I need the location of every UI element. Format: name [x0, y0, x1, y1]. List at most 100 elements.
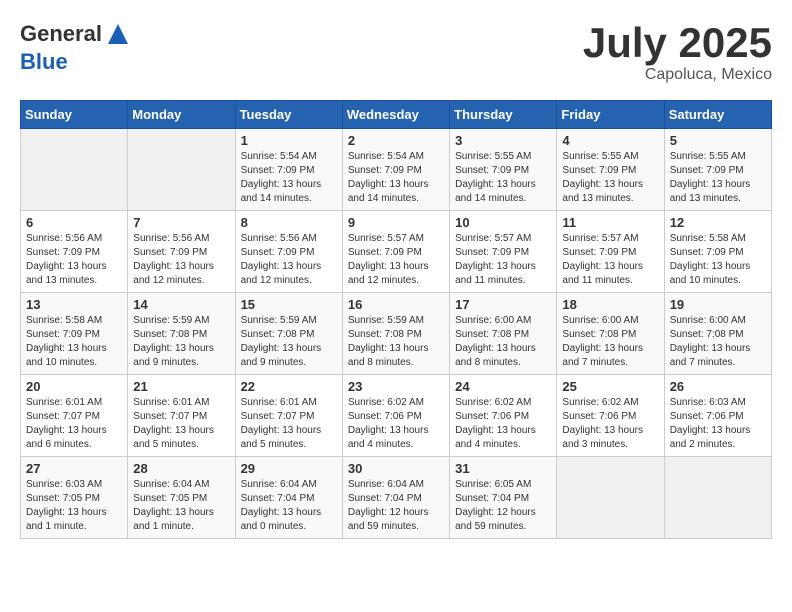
calendar-cell: 6Sunrise: 5:56 AM Sunset: 7:09 PM Daylig…: [21, 211, 128, 293]
calendar-table: Sunday Monday Tuesday Wednesday Thursday…: [20, 100, 772, 539]
col-friday: Friday: [557, 101, 664, 129]
col-wednesday: Wednesday: [342, 101, 449, 129]
day-number: 6: [26, 215, 122, 230]
day-number: 7: [133, 215, 229, 230]
day-info: Sunrise: 5:56 AM Sunset: 7:09 PM Dayligh…: [241, 232, 337, 288]
day-info: Sunrise: 6:04 AM Sunset: 7:04 PM Dayligh…: [241, 478, 337, 534]
logo: General Blue: [20, 20, 132, 74]
calendar-cell: 25Sunrise: 6:02 AM Sunset: 7:06 PM Dayli…: [557, 375, 664, 457]
main-title: July 2025: [583, 20, 772, 66]
day-info: Sunrise: 6:01 AM Sunset: 7:07 PM Dayligh…: [133, 396, 229, 452]
day-number: 28: [133, 461, 229, 476]
day-number: 9: [348, 215, 444, 230]
day-number: 15: [241, 297, 337, 312]
calendar-cell: 5Sunrise: 5:55 AM Sunset: 7:09 PM Daylig…: [664, 129, 771, 211]
day-number: 3: [455, 133, 551, 148]
col-tuesday: Tuesday: [235, 101, 342, 129]
day-number: 23: [348, 379, 444, 394]
day-info: Sunrise: 5:59 AM Sunset: 7:08 PM Dayligh…: [241, 314, 337, 370]
day-info: Sunrise: 5:57 AM Sunset: 7:09 PM Dayligh…: [562, 232, 658, 288]
logo-blue: Blue: [20, 49, 68, 74]
calendar-cell: 23 Sunrise: 6:02 AM Sunset: 7:06 PM Dayli…: [342, 375, 449, 457]
subtitle: Capoluca, Mexico: [583, 66, 772, 84]
calendar-cell: 31 Sunrise: 6:05 AM Sunset: 7:04 PM Dayli…: [450, 457, 557, 539]
calendar-cell: 1 Sunrise: 5:54 AM Sunset: 7:09 PM Daylig…: [235, 129, 342, 211]
calendar-cell: 27 Sunrise: 6:03 AM Sunset: 7:05 PM Dayli…: [21, 457, 128, 539]
day-info: Sunrise: 6:00 AM Sunset: 7:08 PM Dayligh…: [670, 314, 766, 370]
day-number: 27: [26, 461, 122, 476]
calendar-cell: [664, 457, 771, 539]
calendar-cell: 26 Sunrise: 6:03 AM Sunset: 7:06 PM Dayli…: [664, 375, 771, 457]
day-number: 4: [562, 133, 658, 148]
calendar-week-1: 1 Sunrise: 5:54 AM Sunset: 7:09 PM Daylig…: [21, 129, 772, 211]
day-number: 2: [348, 133, 444, 148]
day-info: Sunrise: 6:04 AM Sunset: 7:04 PM Dayligh…: [348, 478, 444, 534]
calendar-cell: 12 Sunrise: 5:58 AM Sunset: 7:09 PM Dayli…: [664, 211, 771, 293]
col-monday: Monday: [128, 101, 235, 129]
day-info: Sunrise: 6:02 AM Sunset: 7:06 PM Dayligh…: [455, 396, 551, 452]
day-number: 8: [241, 215, 337, 230]
day-info: Sunrise: 6:05 AM Sunset: 7:04 PM Dayligh…: [455, 478, 551, 534]
logo-general: General: [20, 21, 102, 46]
calendar-cell: 9 Sunrise: 5:57 AM Sunset: 7:09 PM Daylig…: [342, 211, 449, 293]
day-info: Sunrise: 6:01 AM Sunset: 7:07 PM Dayligh…: [26, 396, 122, 452]
day-number: 14: [133, 297, 229, 312]
day-number: 21: [133, 379, 229, 394]
title-block: July 2025 Capoluca, Mexico: [583, 20, 772, 84]
day-number: 1: [241, 133, 337, 148]
day-info: Sunrise: 6:03 AM Sunset: 7:06 PM Dayligh…: [670, 396, 766, 452]
day-info: Sunrise: 6:01 AM Sunset: 7:07 PM Dayligh…: [241, 396, 337, 452]
day-info: Sunrise: 5:57 AM Sunset: 7:09 PM Dayligh…: [348, 232, 444, 288]
day-info: Sunrise: 5:58 AM Sunset: 7:09 PM Dayligh…: [26, 314, 122, 370]
day-number: 30: [348, 461, 444, 476]
calendar-cell: 15 Sunrise: 5:59 AM Sunset: 7:08 PM Dayli…: [235, 293, 342, 375]
page-header: General Blue July 2025 Capoluca, Mexico: [20, 20, 772, 84]
calendar-cell: 28 Sunrise: 6:04 AM Sunset: 7:05 PM Dayli…: [128, 457, 235, 539]
day-number: 18: [562, 297, 658, 312]
calendar-cell: 13Sunrise: 5:58 AM Sunset: 7:09 PM Dayli…: [21, 293, 128, 375]
day-info: Sunrise: 5:54 AM Sunset: 7:09 PM Dayligh…: [241, 150, 337, 206]
calendar-cell: 20Sunrise: 6:01 AM Sunset: 7:07 PM Dayli…: [21, 375, 128, 457]
day-number: 16: [348, 297, 444, 312]
day-info: Sunrise: 6:03 AM Sunset: 7:05 PM Dayligh…: [26, 478, 122, 534]
day-number: 22: [241, 379, 337, 394]
calendar-cell: 21 Sunrise: 6:01 AM Sunset: 7:07 PM Dayli…: [128, 375, 235, 457]
day-info: Sunrise: 5:59 AM Sunset: 7:08 PM Dayligh…: [348, 314, 444, 370]
col-thursday: Thursday: [450, 101, 557, 129]
calendar-cell: 4 Sunrise: 5:55 AM Sunset: 7:09 PM Daylig…: [557, 129, 664, 211]
calendar-cell: 18 Sunrise: 6:00 AM Sunset: 7:08 PM Dayli…: [557, 293, 664, 375]
day-info: Sunrise: 6:04 AM Sunset: 7:05 PM Dayligh…: [133, 478, 229, 534]
day-number: 25: [562, 379, 658, 394]
day-number: 24: [455, 379, 551, 394]
calendar-cell: [128, 129, 235, 211]
day-number: 10: [455, 215, 551, 230]
calendar-cell: 16 Sunrise: 5:59 AM Sunset: 7:08 PM Dayli…: [342, 293, 449, 375]
day-info: Sunrise: 6:00 AM Sunset: 7:08 PM Dayligh…: [562, 314, 658, 370]
col-sunday: Sunday: [21, 101, 128, 129]
calendar-cell: 10Sunrise: 5:57 AM Sunset: 7:09 PM Dayli…: [450, 211, 557, 293]
day-number: 19: [670, 297, 766, 312]
calendar-cell: 30 Sunrise: 6:04 AM Sunset: 7:04 PM Dayli…: [342, 457, 449, 539]
day-number: 12: [670, 215, 766, 230]
day-info: Sunrise: 5:55 AM Sunset: 7:09 PM Dayligh…: [670, 150, 766, 206]
day-number: 11: [562, 215, 658, 230]
logo-icon: [104, 20, 132, 48]
calendar-week-4: 20Sunrise: 6:01 AM Sunset: 7:07 PM Dayli…: [21, 375, 772, 457]
day-number: 17: [455, 297, 551, 312]
day-number: 31: [455, 461, 551, 476]
calendar-week-3: 13Sunrise: 5:58 AM Sunset: 7:09 PM Dayli…: [21, 293, 772, 375]
day-info: Sunrise: 5:55 AM Sunset: 7:09 PM Dayligh…: [562, 150, 658, 206]
calendar-cell: 24 Sunrise: 6:02 AM Sunset: 7:06 PM Dayli…: [450, 375, 557, 457]
calendar-cell: 22 Sunrise: 6:01 AM Sunset: 7:07 PM Dayli…: [235, 375, 342, 457]
calendar-cell: 19 Sunrise: 6:00 AM Sunset: 7:08 PM Dayli…: [664, 293, 771, 375]
day-info: Sunrise: 5:55 AM Sunset: 7:09 PM Dayligh…: [455, 150, 551, 206]
calendar-cell: [21, 129, 128, 211]
day-info: Sunrise: 5:56 AM Sunset: 7:09 PM Dayligh…: [133, 232, 229, 288]
day-number: 26: [670, 379, 766, 394]
day-info: Sunrise: 6:00 AM Sunset: 7:08 PM Dayligh…: [455, 314, 551, 370]
day-info: Sunrise: 6:02 AM Sunset: 7:06 PM Dayligh…: [348, 396, 444, 452]
calendar-week-5: 27 Sunrise: 6:03 AM Sunset: 7:05 PM Dayli…: [21, 457, 772, 539]
calendar-cell: 17 Sunrise: 6:00 AM Sunset: 7:08 PM Dayli…: [450, 293, 557, 375]
calendar-cell: 3 Sunrise: 5:55 AM Sunset: 7:09 PM Daylig…: [450, 129, 557, 211]
day-info: Sunrise: 5:58 AM Sunset: 7:09 PM Dayligh…: [670, 232, 766, 288]
